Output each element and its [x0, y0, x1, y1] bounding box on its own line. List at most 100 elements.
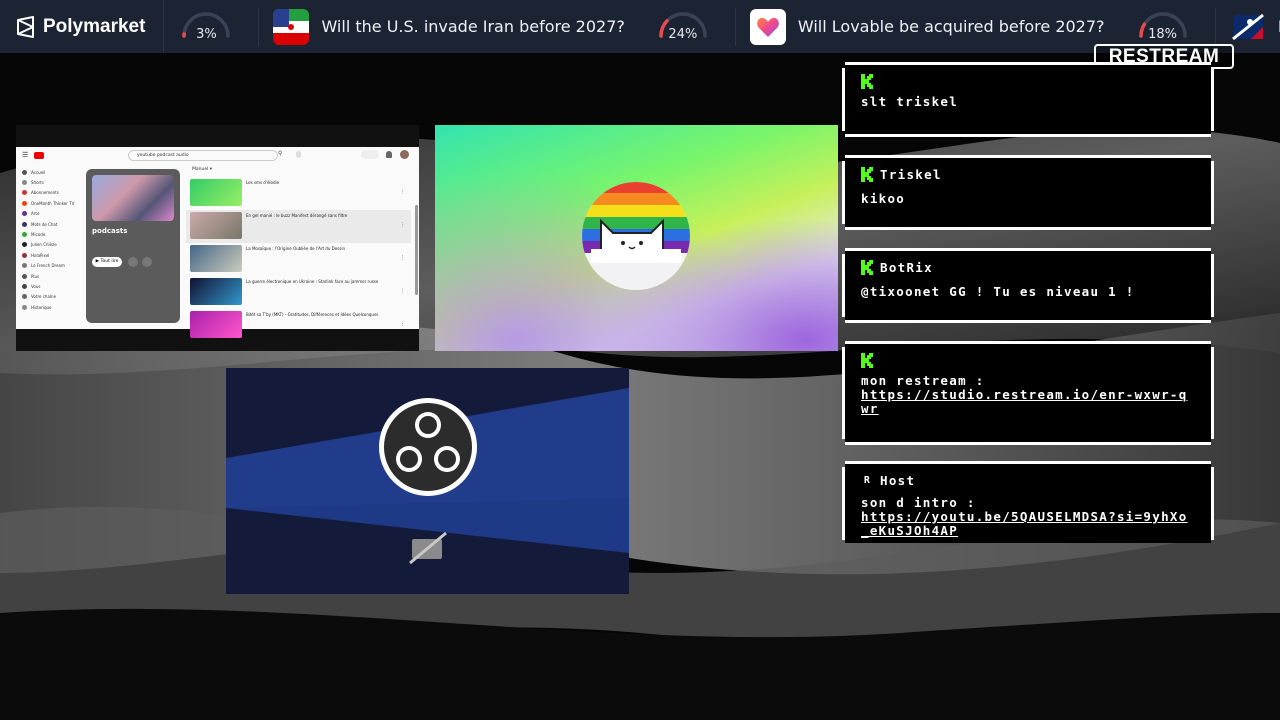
sidebar-item[interactable]: Arte [22, 209, 80, 219]
playlist-thumbnail [92, 175, 174, 221]
sidebar-item-label: Historique [31, 304, 52, 310]
kick-logo-icon [861, 259, 873, 275]
channel-avatar-icon [22, 211, 27, 217]
chat-username: Host [880, 472, 916, 488]
market-title[interactable]: Will the U.S. invade Iran before 2027? [321, 17, 624, 36]
gauge-value: 24% [668, 26, 698, 42]
channel-avatar-icon [22, 232, 27, 238]
gauge-value: 18% [1148, 26, 1177, 42]
notifications-icon[interactable] [386, 151, 392, 158]
obs-camera-off-panel [226, 368, 629, 594]
create-button[interactable] [361, 150, 379, 159]
polymarket-brand[interactable]: Polymarket [0, 0, 165, 53]
probability-gauge: 24% [657, 10, 709, 44]
sidebar-item-label: Votre chaîne [31, 294, 57, 300]
chat-message: Triskel kikoo [842, 155, 1214, 230]
bongo-cat-avatar [582, 182, 690, 290]
more-options-icon[interactable]: ⋮ [400, 189, 405, 195]
chat-username: BotRix [880, 259, 933, 275]
channel-avatar-icon [22, 190, 27, 196]
sidebar-item[interactable]: Abonnements [22, 188, 80, 198]
more-button[interactable] [142, 257, 152, 267]
sidebar-item[interactable]: OneMonth Thinker TV [22, 198, 80, 208]
youtube-playlist-page: ☰ youtube podcast audio ⚲ Accueil Shorts A… [16, 147, 419, 338]
channel-avatar-icon [22, 200, 27, 206]
search-input[interactable]: youtube podcast audio [128, 150, 278, 161]
menu-icon[interactable]: ☰ [22, 151, 28, 159]
sidebar-item[interactable]: Vous [22, 281, 80, 291]
sidebar-item[interactable]: Julien Chièze [22, 240, 80, 250]
chat-message: BotRix @tixoonet GG ! Tu es niveau 1 ! [842, 248, 1214, 323]
more-options-icon[interactable]: ⋮ [400, 321, 405, 327]
chat-message-header [861, 350, 1195, 370]
video-list-item[interactable]: Bitét sa T'by (MKT) - Gratitudes, Différ… [186, 309, 411, 342]
sidebar-item[interactable]: Mots de Chat [22, 219, 80, 229]
sidebar-item[interactable]: Accueil [22, 167, 80, 177]
ticker-divider [258, 7, 260, 46]
sidebar-item[interactable]: Plus [22, 271, 80, 281]
channel-avatar-icon [22, 273, 27, 279]
sidebar-item-label: Shorts [31, 180, 44, 186]
chat-message: R Host son d intro : https://youtu.be/5QAUS… [842, 461, 1214, 543]
mic-icon[interactable] [296, 151, 301, 158]
youtube-sidebar: Accueil Shorts Abonnements OneMonth Thinker… [22, 167, 80, 312]
video-list-item[interactable]: Les sms d'élodie ⋮ [186, 177, 411, 210]
chat-message-header: Triskel [861, 164, 1195, 184]
probability-gauge: 3% [180, 10, 232, 44]
sidebar-item[interactable]: Micode [22, 229, 80, 239]
play-all-button[interactable]: ▶ Tout lire [92, 257, 122, 267]
chat-message-text: mon restream : [861, 373, 985, 388]
polymarket-logo-icon [17, 15, 34, 38]
market-title[interactable]: Will Lovable be acquired before 2027? [798, 17, 1105, 36]
sidebar-item[interactable]: HolaPixel [22, 250, 80, 260]
channel-avatar-icon [22, 283, 27, 289]
video-list-item[interactable]: La guerre électronique en Ukraine : Star… [186, 276, 411, 309]
channel-avatar-icon [22, 242, 27, 248]
sidebar-item-label: Arte [31, 211, 40, 217]
channel-avatar-icon [22, 180, 27, 186]
polymarket-ticker: Polymarket 3% Will the U.S. invade Iran b… [0, 0, 1280, 53]
sidebar-item-label: Accueil [31, 169, 46, 175]
play-all-label: Tout lire [100, 259, 119, 264]
video-thumbnail [190, 311, 242, 338]
video-title: La guerre électronique en Ukraine : Star… [246, 279, 379, 284]
lovable-heart-icon [749, 8, 786, 45]
sidebar-item-label: Micode [31, 232, 46, 238]
playlist-card: podcasts ▶ Tout lire [86, 169, 180, 323]
more-options-icon[interactable]: ⋮ [400, 222, 405, 228]
sidebar-item-label: Mots de Chat [31, 221, 58, 227]
sidebar-item[interactable]: Votre chaîne [22, 292, 80, 302]
chat-message-header: R Host [861, 470, 1195, 490]
chat-message: mon restream : https://studio.restream.io… [842, 341, 1214, 445]
video-thumbnail [190, 278, 242, 305]
chat-message-header [861, 71, 1195, 91]
chat-message-text: slt triskel [861, 94, 959, 109]
scrollbar[interactable] [415, 205, 418, 295]
mlb-logo-icon [1229, 8, 1266, 45]
chat-link[interactable]: https://studio.restream.io/enr-wxwr-qwr [861, 388, 1195, 416]
channel-avatar-icon [22, 294, 27, 300]
search-icon[interactable]: ⚲ [278, 150, 282, 157]
chat-message-text: kikoo [861, 191, 906, 206]
more-options-icon[interactable]: ⋮ [400, 255, 405, 261]
channel-avatar-icon [22, 304, 27, 310]
playlist-title: podcasts [92, 227, 128, 235]
sidebar-item-label: Le French Dream [31, 263, 65, 269]
youtube-logo-icon[interactable] [34, 151, 45, 159]
video-thumbnail [190, 245, 242, 272]
kick-logo-icon [861, 73, 873, 89]
kick-logo-icon [861, 166, 873, 182]
sidebar-item[interactable]: Le French Dream [22, 261, 80, 271]
chat-link[interactable]: https://youtu.be/5QAUSELMDSA?si=9yhXo_eK… [861, 510, 1195, 538]
more-options-icon[interactable]: ⋮ [400, 288, 405, 294]
video-list-item[interactable]: La Mosaïque : l'Origine Oubliée de l'Art… [186, 243, 411, 276]
chat-message-text: son d intro : [861, 495, 976, 510]
webcam-bongo-cat [435, 125, 838, 351]
sort-button[interactable]: Manuel ▾ [192, 167, 212, 172]
sidebar-item[interactable]: Historique [22, 302, 80, 312]
sidebar-item-label: Abonnements [31, 190, 59, 196]
shuffle-button[interactable] [128, 257, 138, 267]
avatar[interactable] [400, 150, 409, 159]
sidebar-item[interactable]: Shorts [22, 177, 80, 187]
video-list-item[interactable]: En gel manié : le buzz Manifest dérangé … [186, 210, 411, 243]
